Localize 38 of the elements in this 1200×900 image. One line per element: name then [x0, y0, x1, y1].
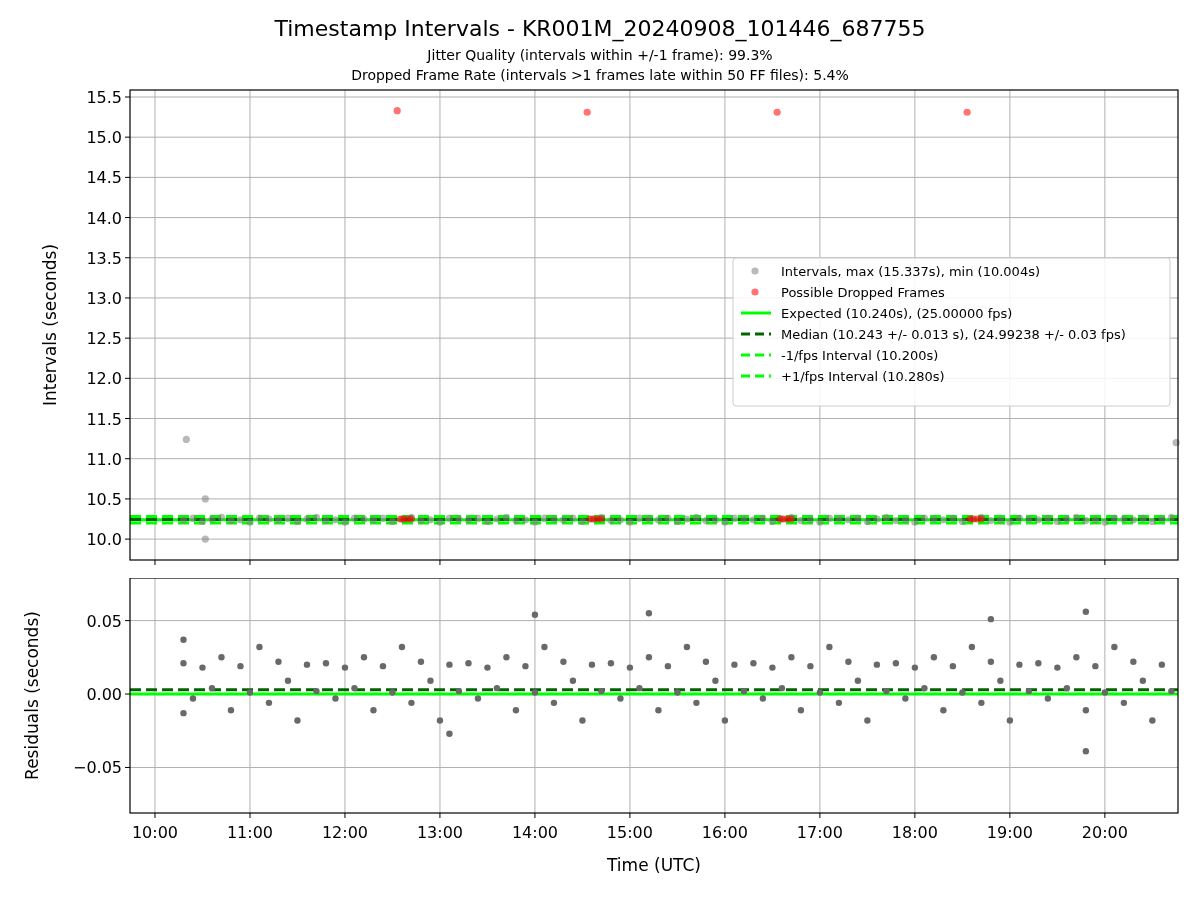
tick-label: −0.05 [72, 758, 122, 778]
tick-label: 12.5 [86, 329, 122, 349]
tick-label: 13:00 [416, 823, 463, 842]
tick-label: 14:00 [511, 823, 558, 842]
tick-label: 10:00 [131, 823, 179, 842]
tick-label: 13.0 [86, 288, 122, 308]
tick-label: 11.0 [86, 449, 122, 469]
tick-label: 20:00 [1081, 823, 1128, 842]
tick-label: 10.0 [86, 530, 122, 550]
tick-label: 14.0 [86, 208, 122, 228]
tick-label: 10.5 [86, 489, 122, 509]
tick-label: 0.00 [86, 685, 122, 705]
tick-label: 15.5 [86, 88, 122, 107]
axis-label: Time (UTC) [607, 855, 701, 875]
axis-label: Intervals (seconds) [40, 243, 60, 407]
legend-label: Median (10.243 +/- 0.013 s), (24.99238 +/- 0.03 fps) [781, 326, 1126, 342]
tick-label: 13.5 [86, 248, 122, 268]
legend-label: Expected (10.240s), (25.00000 fps) [781, 305, 1013, 321]
tick-label: 19:00 [986, 823, 1033, 842]
tick-label: 15:00 [606, 823, 653, 842]
tick-label: 17:00 [796, 823, 843, 842]
tick-label: 12:00 [321, 823, 368, 842]
tick-label: 11.5 [86, 409, 122, 429]
tick-label: 11:00 [226, 823, 273, 842]
legend-label: -1/fps Interval (10.200s) [781, 347, 939, 363]
tick-label: 14.5 [86, 168, 122, 188]
legend-label: Intervals, max (15.337s), min (10.004s) [781, 263, 1040, 279]
chart-subtitle: Dropped Frame Rate (intervals >1 frames late within 50 FF files): 5.4% [351, 66, 849, 85]
chart-title: Timestamp Intervals - KR001M_20240908_101446_687755 [274, 16, 926, 42]
legend-label: +1/fps Interval (10.280s) [781, 368, 945, 384]
tick-label: 15.0 [86, 128, 122, 148]
axis-label: Residuals (seconds) [22, 611, 42, 780]
legend-label: Possible Dropped Frames [781, 284, 945, 300]
tick-label: 0.05 [86, 611, 122, 631]
chart-subtitle: Jitter Quality (intervals within +/-1 frame): 99.3% [427, 46, 773, 65]
tick-label: 12.0 [86, 369, 122, 389]
tick-label: 16:00 [701, 823, 748, 842]
tick-label: 18:00 [891, 823, 938, 842]
